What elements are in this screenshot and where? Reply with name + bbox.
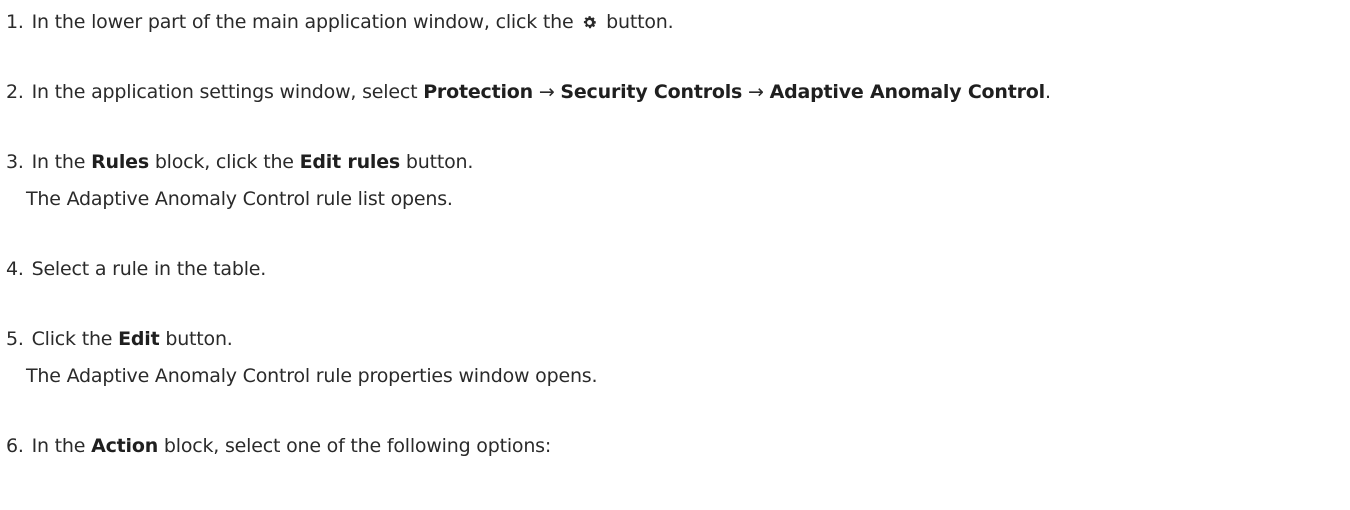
path-security-controls: Security Controls: [560, 81, 743, 103]
path-adaptive-anomaly-control: Adaptive Anomaly Control: [769, 81, 1046, 103]
step-2: 2. In the application settings window, s…: [6, 80, 1051, 104]
gear-icon: [584, 16, 597, 29]
step-number: 4.: [6, 258, 24, 280]
step-5-result: The Adaptive Anomaly Control rule proper…: [26, 364, 598, 388]
step-5: 5. Click the Edit button.: [6, 327, 233, 351]
step-text: In the: [31, 435, 86, 457]
rules-label: Rules: [91, 151, 149, 173]
step-number: 6.: [6, 435, 24, 457]
step-4: 4. Select a rule in the table.: [6, 257, 266, 281]
step-number: 3.: [6, 151, 24, 173]
step-6: 6. In the Action block, select one of th…: [6, 434, 551, 458]
step-text: button.: [606, 11, 674, 33]
step-3-result: The Adaptive Anomaly Control rule list o…: [26, 187, 453, 211]
step-text: In the lower part of the main applicatio…: [31, 11, 574, 33]
step-text: block, click the: [154, 151, 294, 173]
step-number: 1.: [6, 11, 24, 33]
arrow-separator: →: [538, 81, 555, 103]
step-text: button.: [405, 151, 474, 173]
edit-rules-label: Edit rules: [299, 151, 401, 173]
step-1: 1. In the lower part of the main applica…: [6, 10, 674, 34]
step-text: button.: [165, 328, 233, 350]
instruction-document: 1. In the lower part of the main applica…: [0, 0, 1350, 510]
step-number: 2.: [6, 81, 24, 103]
step-text: In the: [31, 151, 86, 173]
path-protection: Protection: [423, 81, 533, 103]
result-text: The Adaptive Anomaly Control rule list o…: [26, 188, 453, 210]
step-text: Select a rule in the table.: [31, 258, 267, 280]
step-3: 3. In the Rules block, click the Edit ru…: [6, 150, 473, 174]
action-label: Action: [91, 435, 159, 457]
arrow-separator: →: [748, 81, 764, 103]
result-text: The Adaptive Anomaly Control rule proper…: [26, 365, 598, 387]
step-text: block, select one of the following optio…: [163, 435, 552, 457]
period: .: [1044, 81, 1051, 103]
step-text: In the application settings window, sele…: [31, 81, 418, 103]
edit-label: Edit: [118, 328, 160, 350]
step-text: Click the: [31, 328, 113, 350]
step-number: 5.: [6, 328, 24, 350]
